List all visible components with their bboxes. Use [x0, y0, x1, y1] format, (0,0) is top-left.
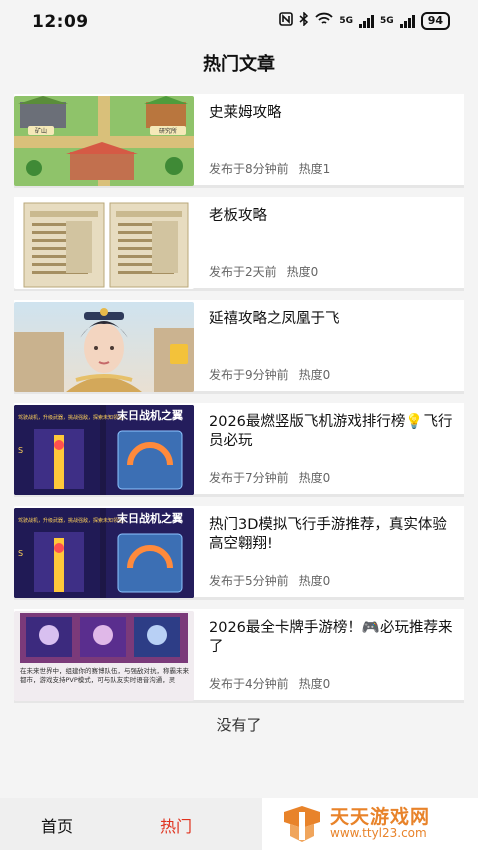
- site-watermark: 天天游戏网 www.ttyl23.com: [262, 798, 478, 850]
- article-title[interactable]: 热门3D模拟飞行手游推荐，真实体验高空翱翔!: [209, 516, 454, 554]
- header: 热门文章: [0, 44, 478, 84]
- article-heat: 热度0: [286, 265, 319, 279]
- article-heat: 热度0: [298, 677, 331, 691]
- watermark-name: 天天游戏网: [330, 806, 431, 828]
- status-bar: 12:09 5G 5G 94: [0, 0, 478, 44]
- article-card[interactable]: 驾驶战机，升级武器，挑战强敌，探索未知领空。 末日战机之翼 S 2026最燃竖版…: [14, 403, 464, 497]
- article-card[interactable]: 老板攻略 发布于2天前 热度0: [14, 197, 464, 291]
- watermark-url: www.ttyl23.com: [330, 826, 427, 840]
- game-description: 在未来世界中，组建你的赛博队伍，与强敌对抗，称霸未来都市，游戏支持PVP模式，可…: [20, 667, 189, 684]
- svg-text:S: S: [18, 549, 23, 558]
- page-title: 热门文章: [203, 54, 275, 75]
- article-meta: 发布于5分钟前 热度0: [209, 572, 330, 589]
- article-title[interactable]: 2026最燃竖版飞机游戏排行榜💡飞行员必玩: [209, 413, 454, 451]
- list-end-text: 没有了: [216, 716, 262, 734]
- status-time: 12:09: [32, 12, 89, 32]
- map-label-mine: 矿山: [35, 127, 47, 135]
- article-published: 发布于4分钟前: [209, 677, 289, 691]
- game-subtitle: 驾驶战机，升级武器，挑战强敌，探索未知领空。: [18, 517, 128, 524]
- palace-lady-portrait-image: [14, 302, 194, 392]
- signal-bars-icon-2: [399, 14, 415, 28]
- signal-5g-label-1: 5G: [339, 16, 354, 26]
- article-meta: 发布于8分钟前 热度1: [209, 160, 330, 177]
- watermark-logo-icon: [280, 804, 324, 848]
- nfc-icon: [279, 12, 294, 30]
- article-published: 发布于5分钟前: [209, 574, 289, 588]
- bottom-tab-bar: 首页 热门: [0, 798, 262, 850]
- article-published: 发布于7分钟前: [209, 471, 289, 485]
- article-title[interactable]: 史莱姆攻略: [209, 104, 454, 123]
- article-title[interactable]: 延禧攻略之凤凰于飞: [209, 310, 454, 329]
- article-meta: 发布于4分钟前 热度0: [209, 675, 330, 692]
- article-published: 发布于8分钟前: [209, 162, 289, 176]
- article-meta: 发布于9分钟前 热度0: [209, 366, 330, 383]
- signal-bars-icon-1: [359, 14, 375, 28]
- article-card[interactable]: 在未来世界中，组建你的赛博队伍，与强敌对抗，称霸未来都市，游戏支持PVP模式，可…: [14, 609, 464, 703]
- article-heat: 热度1: [298, 162, 331, 176]
- article-meta: 发布于2天前 热度0: [209, 263, 318, 280]
- card-game-screens-image: 在未来世界中，组建你的赛博队伍，与强敌对抗，称霸未来都市，游戏支持PVP模式，可…: [14, 611, 194, 701]
- article-card[interactable]: 延禧攻略之凤凰于飞 发布于9分钟前 热度0: [14, 300, 464, 394]
- bluetooth-icon: [299, 11, 309, 30]
- article-published: 发布于2天前: [209, 265, 277, 279]
- tab-home[interactable]: 首页: [41, 813, 73, 837]
- shooter-game-screens-image: 驾驶战机，升级武器，挑战强敌，探索未知领空。 末日战机之翼 S: [14, 508, 194, 598]
- shooter-game-screens-image: 驾驶战机，升级武器，挑战强敌，探索未知领空。 末日战机之翼 S: [14, 405, 194, 495]
- tab-hot[interactable]: 热门: [160, 813, 192, 837]
- article-title[interactable]: 2026最全卡牌手游榜！🎮必玩推荐来了: [209, 619, 454, 657]
- slime-game-map-image: 矿山 研究所: [14, 96, 194, 186]
- article-card[interactable]: 驾驶战机，升级武器，挑战强敌，探索未知领空。 末日战机之翼 S 热门3D模拟飞行…: [14, 506, 464, 600]
- game-banner-title: 末日战机之翼: [116, 408, 183, 422]
- article-title[interactable]: 老板攻略: [209, 207, 454, 226]
- article-heat: 热度0: [298, 574, 331, 588]
- article-heat: 热度0: [298, 368, 331, 382]
- svg-text:S: S: [18, 446, 23, 455]
- game-banner-title: 末日战机之翼: [116, 511, 183, 525]
- map-label-lab: 研究所: [159, 127, 177, 135]
- article-meta: 发布于7分钟前 热度0: [209, 469, 330, 486]
- article-heat: 热度0: [298, 471, 331, 485]
- article-card[interactable]: 矿山 研究所 史莱姆攻略 发布于8分钟前 热度1: [14, 94, 464, 188]
- wifi-icon: [315, 12, 334, 30]
- game-subtitle: 驾驶战机，升级武器，挑战强敌，探索未知领空。: [18, 414, 128, 421]
- article-published: 发布于9分钟前: [209, 368, 289, 382]
- battery-icon: 94: [420, 12, 450, 30]
- status-icons: 5G 5G 94: [279, 11, 450, 30]
- boss-guide-screens-image: [14, 199, 194, 289]
- signal-5g-label-2: 5G: [380, 16, 394, 26]
